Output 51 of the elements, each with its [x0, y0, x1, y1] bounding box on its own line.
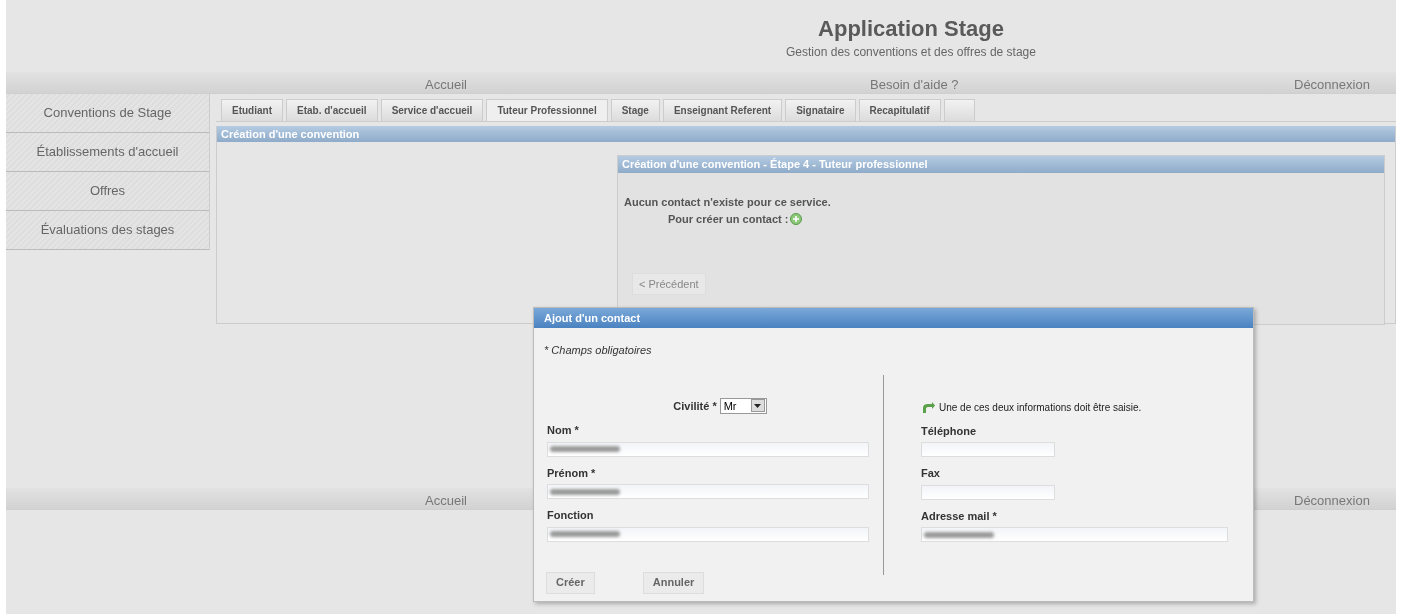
info-message: Aucun contact n'existe pour ce service.	[624, 195, 832, 210]
field-label: Adresse mail *	[921, 508, 998, 524]
redacted-value	[550, 531, 620, 537]
curved-arrow-icon	[921, 401, 935, 413]
tab[interactable]: Enseignant Referent	[662, 99, 783, 121]
sidebar-item[interactable]: Établissements d'accueil	[6, 133, 209, 172]
caret-icon[interactable]	[750, 399, 765, 413]
input-field[interactable]	[921, 484, 1055, 500]
nav-link[interactable]: Besoin d'aide ?	[870, 75, 959, 95]
required-note: * Champs obligatoires	[544, 343, 653, 358]
previous-button[interactable]: < Précédent	[632, 273, 706, 295]
field-label: Nom *	[547, 423, 580, 438]
input-field[interactable]	[547, 441, 869, 457]
input-field[interactable]	[547, 526, 869, 542]
tab[interactable]: Stage	[610, 99, 660, 121]
tab[interactable]	[943, 99, 975, 121]
field-label: Civilité *	[673, 398, 717, 414]
input-field[interactable]	[921, 442, 1055, 457]
dialog-title: Ajout d'un contact	[534, 308, 1253, 328]
input-field[interactable]	[921, 527, 1228, 542]
redacted-value	[924, 531, 994, 538]
create-contact-label: Pour créer un contact :	[668, 211, 789, 227]
panel-header: Création d'une convention	[217, 126, 1395, 142]
field-label: Prénom *	[547, 465, 597, 481]
tab[interactable]: Tuteur Professionnel	[486, 99, 608, 121]
civility-select[interactable]: Mr	[719, 397, 767, 414]
tab[interactable]: Signataire	[785, 99, 856, 121]
field-label: Téléphone	[921, 423, 977, 439]
input-field[interactable]	[547, 484, 869, 499]
tab[interactable]: Etab. d'accueil	[286, 99, 378, 121]
tab[interactable]: Recapitulatif	[858, 99, 941, 121]
hint-text: Une de ces deux informations doit être saisie.	[939, 400, 1142, 415]
field-label: Fax	[921, 466, 941, 481]
dialog-button[interactable]: Annuler	[642, 571, 705, 594]
sidebar-item[interactable]: Offres	[6, 172, 209, 211]
tab[interactable]: Service d'accueil	[380, 99, 484, 121]
nav-link[interactable]: Déconnexion	[1294, 75, 1370, 95]
nav-link[interactable]: Accueil	[425, 491, 467, 511]
redacted-value	[550, 446, 620, 452]
add-icon[interactable]	[790, 212, 803, 225]
app-subtitle: Gestion des conventions et des offres de stage	[786, 43, 1036, 61]
dialog-button[interactable]: Créer	[546, 571, 595, 594]
panel-header: Création d'une convention - Étape 4 - Tuteur professionnel	[618, 156, 1384, 173]
field-label: Fonction	[547, 508, 595, 523]
app-title: Application Stage	[818, 15, 1004, 43]
redacted-value	[550, 488, 620, 495]
nav-link[interactable]: Déconnexion	[1294, 491, 1370, 511]
sidebar-item[interactable]: Évaluations des stages	[6, 211, 209, 250]
tab[interactable]: Etudiant	[221, 99, 283, 121]
nav-link[interactable]: Accueil	[425, 75, 467, 95]
sidebar-item[interactable]: Conventions de Stage	[6, 94, 209, 133]
